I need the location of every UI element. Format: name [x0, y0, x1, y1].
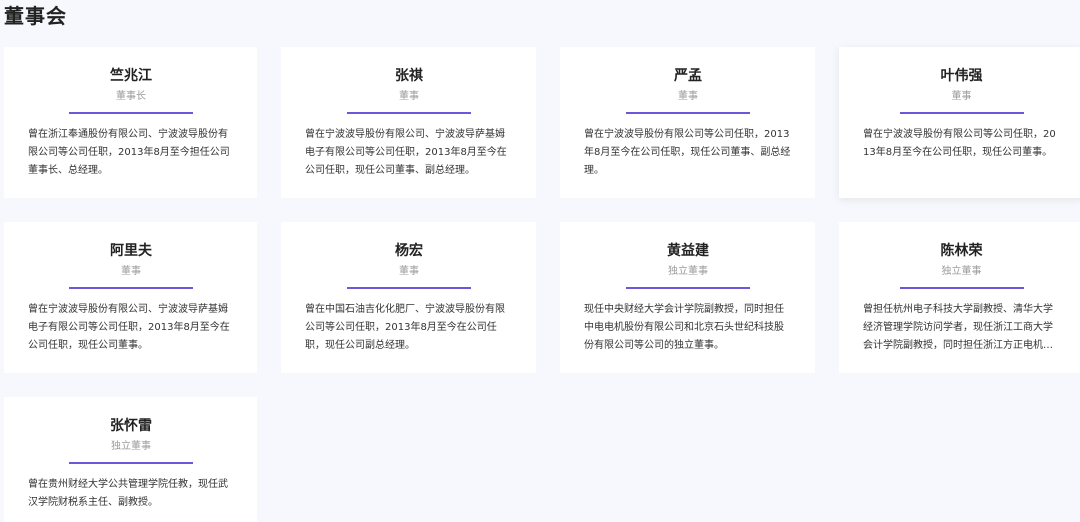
board-page: 董事会 竺兆江 董事长 曾在浙江奉通股份有限公司、宁波波导股份有限公司等公司任职… [0, 0, 1080, 522]
member-name: 竺兆江 [110, 68, 152, 84]
member-description: 现任中央财经大学会计学院副教授，同时担任中电电机股份有限公司和北京石头世纪科技股… [584, 304, 784, 351]
member-card: 阿里夫 董事 曾在宁波波导股份有限公司、宁波波导萨基姆电子有限公司等公司任职，2… [4, 222, 257, 373]
member-card: 张祺 董事 曾在宁波波导股份有限公司、宁波波导萨基姆电子有限公司等公司任职，20… [281, 47, 536, 198]
member-role: 董事 [951, 91, 972, 102]
member-role: 独立董事 [668, 266, 708, 277]
member-description: 曾在宁波波导股份有限公司等公司任职，2013年8月至今在公司任职，现任公司董事、… [584, 129, 791, 176]
member-name: 杨宏 [395, 243, 423, 259]
member-role: 董事长 [116, 91, 146, 102]
member-description: 曾在浙江奉通股份有限公司、宁波波导股份有限公司等公司任职，2013年8月至今担任… [28, 129, 230, 176]
divider [899, 112, 1024, 114]
member-role: 独立董事 [111, 441, 151, 452]
member-description: 曾在宁波波导股份有限公司、宁波波导萨基姆电子有限公司等公司任职，2013年8月至… [28, 304, 230, 351]
divider [899, 287, 1024, 289]
member-description: 曾在中国石油吉化化肥厂、宁波波导股份有限公司等公司任职，2013年8月至今在公司… [305, 304, 505, 351]
member-card: 严孟 董事 曾在宁波波导股份有限公司等公司任职，2013年8月至今在公司任职，现… [560, 47, 815, 198]
member-role: 董事 [399, 91, 419, 102]
divider [69, 287, 193, 289]
member-name: 陈林荣 [940, 243, 983, 259]
page-title: 董事会 [4, 4, 67, 28]
member-card: 黄益建 独立董事 现任中央财经大学会计学院副教授，同时担任中电电机股份有限公司和… [560, 222, 815, 373]
member-role: 董事 [399, 266, 419, 277]
member-card: 杨宏 董事 曾在中国石油吉化化肥厂、宁波波导股份有限公司等公司任职，2013年8… [281, 222, 536, 373]
member-name: 张祺 [395, 68, 423, 84]
member-name: 阿里夫 [110, 243, 152, 259]
member-name: 严孟 [674, 68, 702, 84]
member-card: 陈林荣 独立董事 曾担任杭州电子科技大学副教授、清华大学经济管理学院访问学者，现… [839, 222, 1080, 373]
divider [69, 112, 193, 114]
member-description: 曾在宁波波导股份有限公司、宁波波导萨基姆电子有限公司等公司任职，2013年8月至… [305, 129, 507, 176]
member-card: 张怀雷 独立董事 曾在贵州财经大学公共管理学院任教，现任武汉学院财税系主任、副教… [4, 397, 257, 522]
divider [626, 287, 750, 289]
member-card: 竺兆江 董事长 曾在浙江奉通股份有限公司、宁波波导股份有限公司等公司任职，201… [4, 47, 257, 198]
member-grid: 竺兆江 董事长 曾在浙江奉通股份有限公司、宁波波导股份有限公司等公司任职，201… [4, 47, 1080, 522]
member-role: 独立董事 [941, 266, 982, 277]
divider [69, 462, 193, 464]
member-description: 曾在宁波波导股份有限公司等公司任职，2013年8月至今在公司任职，现任公司董事。 [863, 129, 1056, 158]
member-description: 曾在贵州财经大学公共管理学院任教，现任武汉学院财税系主任、副教授。 [28, 479, 228, 508]
divider [347, 112, 471, 114]
member-name: 张怀雷 [110, 418, 152, 434]
member-role: 董事 [678, 91, 698, 102]
divider [626, 112, 750, 114]
divider [347, 287, 471, 289]
member-description: 曾担任杭州电子科技大学副教授、清华大学经济管理学院访问学者，现任浙江工商大学会计… [863, 304, 1053, 351]
member-name: 叶伟强 [940, 68, 983, 84]
member-role: 董事 [121, 266, 141, 277]
member-name: 黄益建 [667, 243, 709, 259]
member-card: 叶伟强 董事 曾在宁波波导股份有限公司等公司任职，2013年8月至今在公司任职，… [839, 47, 1080, 198]
